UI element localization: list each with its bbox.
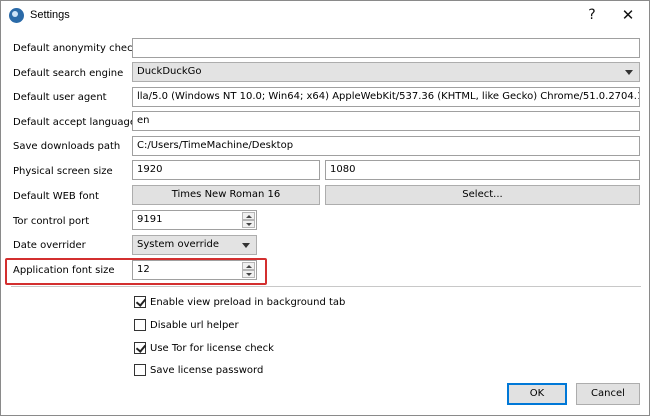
spin-up-icon[interactable] [242,262,255,270]
spin-up-icon[interactable] [242,212,255,220]
tor-port-label: Tor control port [13,216,90,227]
spin-down-icon[interactable] [242,220,255,228]
web-font-label: Default WEB font [13,191,99,202]
app-logo-icon [9,8,24,23]
app-font-size-spinner[interactable] [242,262,255,278]
ok-button[interactable]: OK [507,383,567,405]
search-engine-select[interactable]: DuckDuckGo [132,62,640,82]
option-preload-row[interactable]: Enable view preload in background tab [134,295,345,309]
app-font-size-input[interactable]: 12 [132,260,257,280]
user-agent-input[interactable]: lla/5.0 (Windows NT 10.0; Win64; x64) Ap… [132,87,640,107]
help-button[interactable]: ? [578,4,606,26]
date-overrider-value: System override [137,239,219,250]
anonymity-checker-label: Default anonymity checker [13,43,149,54]
url-helper-label: Disable url helper [150,319,239,331]
screen-size-label: Physical screen size [13,166,113,177]
downloads-path-label: Save downloads path [13,141,121,152]
search-engine-value: DuckDuckGo [137,66,202,77]
chevron-down-icon [242,243,250,248]
date-overrider-label: Date overrider [13,240,86,251]
screen-height-input[interactable]: 1080 [325,160,640,180]
settings-dialog: Settings ? ✕ Default anonymity checker D… [0,0,650,416]
user-agent-label: Default user agent [13,92,107,103]
app-font-size-label: Application font size [13,265,115,276]
cancel-button[interactable]: Cancel [576,383,640,405]
accept-language-input[interactable]: en [132,111,640,131]
screen-width-input[interactable]: 1920 [132,160,320,180]
anonymity-checker-input[interactable] [132,38,640,58]
spin-down-icon[interactable] [242,270,255,278]
save-password-checkbox[interactable] [134,364,146,376]
app-font-size-value: 12 [137,264,150,275]
date-overrider-select[interactable]: System override [132,235,257,255]
chevron-down-icon [625,70,633,75]
search-engine-label: Default search engine [13,68,124,79]
tor-port-value: 9191 [137,214,163,225]
title-bar: Settings ? ✕ [1,1,649,30]
option-url-helper-row[interactable]: Disable url helper [134,318,239,332]
close-button[interactable]: ✕ [614,4,642,26]
tor-port-input[interactable]: 9191 [132,210,257,230]
option-save-password-row[interactable]: Save license password [134,363,263,377]
downloads-path-input[interactable]: C:/Users/TimeMachine/Desktop [132,136,640,156]
select-font-button[interactable]: Select... [325,185,640,205]
web-font-button[interactable]: Times New Roman 16 [132,185,320,205]
tor-license-label: Use Tor for license check [150,342,274,354]
tor-license-checkbox[interactable] [134,342,146,354]
save-password-label: Save license password [150,364,264,376]
preload-checkbox[interactable] [134,296,146,308]
preload-label: Enable view preload in background tab [150,296,346,308]
accept-language-label: Default accept language [13,117,136,128]
option-tor-license-row[interactable]: Use Tor for license check [134,341,274,355]
separator [11,286,641,287]
tor-port-spinner[interactable] [242,212,255,228]
window-title: Settings [30,9,70,21]
url-helper-checkbox[interactable] [134,319,146,331]
